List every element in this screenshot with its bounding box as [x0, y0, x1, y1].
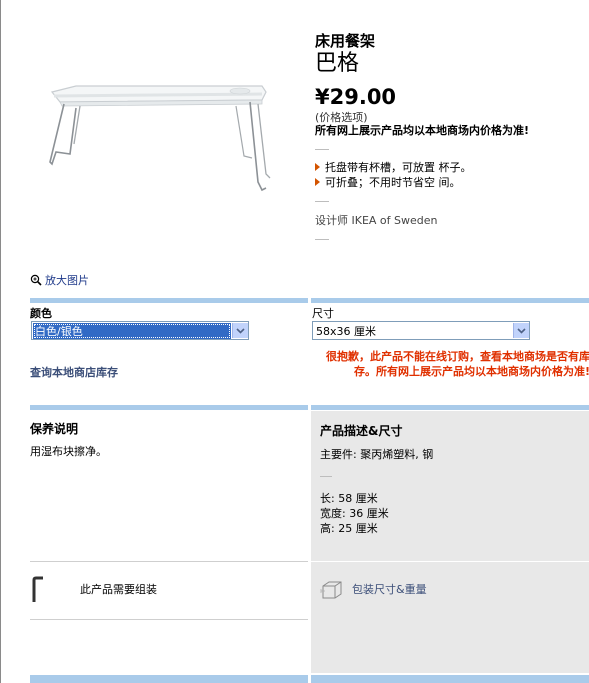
zoom-link-label: 放大图片 [45, 274, 89, 287]
chevron-down-icon[interactable] [232, 323, 248, 338]
product-image[interactable] [40, 78, 280, 208]
color-select[interactable]: 白色/银色 [31, 321, 249, 340]
bullet-arrow-icon [315, 178, 320, 186]
divider [311, 561, 589, 562]
length-text: 长: 58 厘米 [320, 492, 378, 505]
package-box-icon[interactable] [320, 579, 344, 601]
left-border [0, 0, 1, 683]
product-info: 床用餐架 巴格 ¥29.00 (价格选项) 所有网上展示产品均以本地商场内价格为… [315, 31, 585, 250]
divider [30, 561, 308, 562]
zoom-link[interactable]: 放大图片 [30, 272, 89, 288]
color-select-value: 白色/银色 [33, 322, 231, 339]
product-type: 床用餐架 [315, 32, 376, 50]
divider [30, 619, 308, 620]
size-label: 尺寸 [312, 307, 334, 320]
package-link[interactable]: 包装尺寸&重量 [352, 582, 427, 597]
online-warning: 很抱歉，此产品不能在线订购，查看本地商场是否有库存。所有网上展示产品均以本地商场… [326, 350, 589, 378]
width-text: 宽度: 36 厘米 [320, 507, 389, 520]
feature-item: 托盘带有杯槽，可放置 杯子。 [315, 160, 585, 175]
section-bar [30, 675, 308, 683]
store-stock-link[interactable]: 查询本地商店库存 [30, 364, 118, 380]
designer: 设计师 IKEA of Sweden [315, 214, 438, 227]
price-warning: 所有网上展示产品均以本地商场内价格为准! [315, 124, 530, 137]
bullet-arrow-icon [315, 163, 320, 171]
material-text: 主要件: 聚丙烯塑料, 钢 [320, 448, 434, 461]
section-bar [30, 298, 308, 303]
color-label: 颜色 [30, 307, 52, 320]
feature-text: 可折叠；不用时节省空 间。 [325, 176, 461, 189]
product-name: 巴格 [315, 51, 360, 76]
divider [315, 201, 329, 202]
assembly-text: 此产品需要组装 [80, 583, 157, 596]
allen-key-icon [32, 576, 43, 602]
divider [320, 476, 332, 477]
care-text: 用湿布块擦净。 [30, 445, 107, 458]
section-bar [30, 405, 308, 410]
chevron-down-icon[interactable] [513, 323, 529, 338]
size-select[interactable]: 58x36 厘米 [312, 321, 530, 340]
price-options-link[interactable]: (价格选项) [315, 111, 585, 124]
magnifier-icon [30, 274, 42, 286]
section-bar [311, 675, 589, 683]
care-title: 保养说明 [30, 422, 79, 436]
size-select-value: 58x36 厘米 [316, 324, 377, 338]
section-bar [311, 405, 589, 410]
height-text: 高: 25 厘米 [320, 522, 378, 535]
divider [315, 239, 329, 240]
description-title: 产品描述&尺寸 [320, 424, 403, 438]
feature-item: 可折叠；不用时节省空 间。 [315, 175, 585, 190]
feature-text: 托盘带有杯槽，可放置 杯子。 [325, 161, 472, 174]
section-bar [311, 298, 589, 303]
product-price: ¥29.00 [315, 85, 397, 109]
divider [315, 149, 329, 150]
